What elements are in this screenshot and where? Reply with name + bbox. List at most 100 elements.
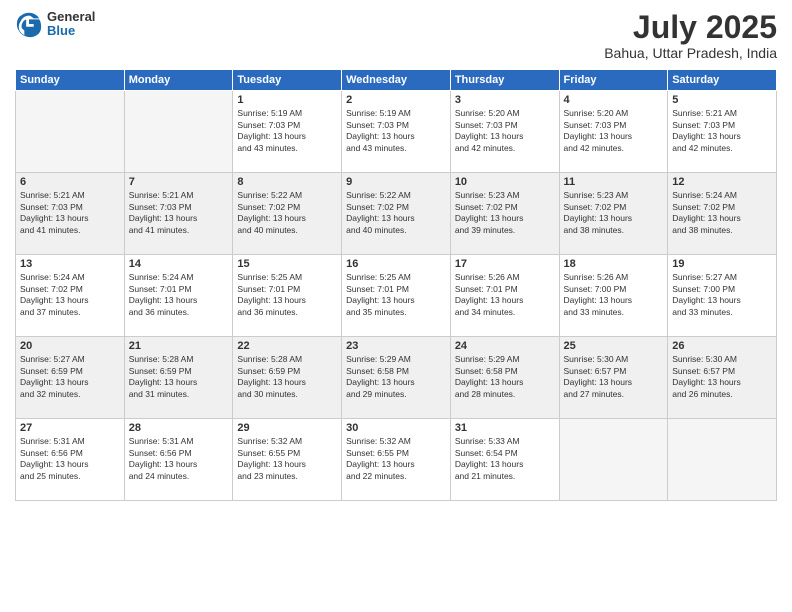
table-row: 24 Sunrise: 5:29 AM Sunset: 6:58 PM Dayli…	[450, 337, 559, 419]
day-info: Sunrise: 5:21 AM Sunset: 7:03 PM Dayligh…	[672, 108, 772, 154]
table-row: 4Sunrise: 5:20 AM Sunset: 7:03 PM Daylig…	[559, 91, 668, 173]
table-row: 12 Sunrise: 5:24 AM Sunset: 7:02 PM Dayli…	[668, 173, 777, 255]
day-info: Sunrise: 5:25 AM Sunset: 7:01 PM Dayligh…	[346, 272, 446, 318]
table-row	[124, 91, 233, 173]
day-info: Sunrise: 5:25 AM Sunset: 7:01 PM Dayligh…	[237, 272, 337, 318]
day-number: 12	[672, 176, 772, 188]
table-row: 28 Sunrise: 5:31 AM Sunset: 6:56 PM Dayli…	[124, 419, 233, 501]
day-info: Sunrise: 5:30 AM Sunset: 6:57 PM Dayligh…	[564, 354, 664, 400]
table-row: 20 Sunrise: 5:27 AM Sunset: 6:59 PM Dayli…	[16, 337, 125, 419]
day-number: 24	[455, 340, 555, 352]
day-number: 29	[237, 422, 337, 434]
day-number: 18	[564, 258, 664, 270]
day-number: 31	[455, 422, 555, 434]
day-info: Sunrise: 5:24 AM Sunset: 7:02 PM Dayligh…	[672, 190, 772, 236]
table-row	[559, 419, 668, 501]
day-info: Sunrise: 5:28 AM Sunset: 6:59 PM Dayligh…	[237, 354, 337, 400]
table-row: 27 Sunrise: 5:31 AM Sunset: 6:56 PM Dayli…	[16, 419, 125, 501]
day-number: 9	[346, 176, 446, 188]
table-row: 13 Sunrise: 5:24 AM Sunset: 7:02 PM Dayli…	[16, 255, 125, 337]
location-subtitle: Bahua, Uttar Pradesh, India	[604, 45, 777, 61]
table-row: 26 Sunrise: 5:30 AM Sunset: 6:57 PM Dayli…	[668, 337, 777, 419]
day-info: Sunrise: 5:20 AM Sunset: 7:03 PM Dayligh…	[564, 108, 664, 154]
logo-icon	[15, 10, 43, 38]
table-row: 11 Sunrise: 5:23 AM Sunset: 7:02 PM Dayli…	[559, 173, 668, 255]
day-info: Sunrise: 5:24 AM Sunset: 7:02 PM Dayligh…	[20, 272, 120, 318]
day-number: 8	[237, 176, 337, 188]
day-number: 20	[20, 340, 120, 352]
calendar-header-row: Sunday Monday Tuesday Wednesday Thursday…	[16, 70, 777, 91]
day-number: 14	[129, 258, 229, 270]
col-saturday: Saturday	[668, 70, 777, 91]
day-number: 10	[455, 176, 555, 188]
col-monday: Monday	[124, 70, 233, 91]
day-number: 13	[20, 258, 120, 270]
day-info: Sunrise: 5:33 AM Sunset: 6:54 PM Dayligh…	[455, 436, 555, 482]
day-info: Sunrise: 5:20 AM Sunset: 7:03 PM Dayligh…	[455, 108, 555, 154]
table-row: 15Sunrise: 5:25 AM Sunset: 7:01 PM Dayli…	[233, 255, 342, 337]
title-block: July 2025 Bahua, Uttar Pradesh, India	[604, 10, 777, 61]
day-number: 28	[129, 422, 229, 434]
table-row	[16, 91, 125, 173]
day-number: 11	[564, 176, 664, 188]
day-info: Sunrise: 5:19 AM Sunset: 7:03 PM Dayligh…	[237, 108, 337, 154]
day-info: Sunrise: 5:22 AM Sunset: 7:02 PM Dayligh…	[237, 190, 337, 236]
calendar-week-row: 6 Sunrise: 5:21 AM Sunset: 7:03 PM Daylig…	[16, 173, 777, 255]
col-wednesday: Wednesday	[342, 70, 451, 91]
day-info: Sunrise: 5:21 AM Sunset: 7:03 PM Dayligh…	[129, 190, 229, 236]
day-info: Sunrise: 5:29 AM Sunset: 6:58 PM Dayligh…	[455, 354, 555, 400]
header: General Blue July 2025 Bahua, Uttar Prad…	[15, 10, 777, 61]
day-number: 7	[129, 176, 229, 188]
table-row: 18 Sunrise: 5:26 AM Sunset: 7:00 PM Dayli…	[559, 255, 668, 337]
table-row: 3 Sunrise: 5:20 AM Sunset: 7:03 PM Daylig…	[450, 91, 559, 173]
table-row: 29Sunrise: 5:32 AM Sunset: 6:55 PM Dayli…	[233, 419, 342, 501]
table-row: 8 Sunrise: 5:22 AM Sunset: 7:02 PM Daylig…	[233, 173, 342, 255]
day-info: Sunrise: 5:19 AM Sunset: 7:03 PM Dayligh…	[346, 108, 446, 154]
table-row: 14 Sunrise: 5:24 AM Sunset: 7:01 PM Dayli…	[124, 255, 233, 337]
table-row	[668, 419, 777, 501]
day-number: 30	[346, 422, 446, 434]
day-number: 23	[346, 340, 446, 352]
day-info: Sunrise: 5:26 AM Sunset: 7:00 PM Dayligh…	[564, 272, 664, 318]
day-info: Sunrise: 5:31 AM Sunset: 6:56 PM Dayligh…	[129, 436, 229, 482]
day-info: Sunrise: 5:27 AM Sunset: 6:59 PM Dayligh…	[20, 354, 120, 400]
day-info: Sunrise: 5:22 AM Sunset: 7:02 PM Dayligh…	[346, 190, 446, 236]
day-info: Sunrise: 5:21 AM Sunset: 7:03 PM Dayligh…	[20, 190, 120, 236]
logo: General Blue	[15, 10, 95, 39]
day-number: 25	[564, 340, 664, 352]
day-number: 27	[20, 422, 120, 434]
day-info: Sunrise: 5:27 AM Sunset: 7:00 PM Dayligh…	[672, 272, 772, 318]
table-row: 7 Sunrise: 5:21 AM Sunset: 7:03 PM Daylig…	[124, 173, 233, 255]
col-thursday: Thursday	[450, 70, 559, 91]
table-row: 19Sunrise: 5:27 AM Sunset: 7:00 PM Dayli…	[668, 255, 777, 337]
day-info: Sunrise: 5:31 AM Sunset: 6:56 PM Dayligh…	[20, 436, 120, 482]
day-info: Sunrise: 5:28 AM Sunset: 6:59 PM Dayligh…	[129, 354, 229, 400]
day-info: Sunrise: 5:29 AM Sunset: 6:58 PM Dayligh…	[346, 354, 446, 400]
col-tuesday: Tuesday	[233, 70, 342, 91]
calendar-week-row: 13 Sunrise: 5:24 AM Sunset: 7:02 PM Dayli…	[16, 255, 777, 337]
table-row: 2 Sunrise: 5:19 AM Sunset: 7:03 PM Daylig…	[342, 91, 451, 173]
table-row: 17 Sunrise: 5:26 AM Sunset: 7:01 PM Dayli…	[450, 255, 559, 337]
day-number: 3	[455, 94, 555, 106]
day-number: 6	[20, 176, 120, 188]
calendar-week-row: 1Sunrise: 5:19 AM Sunset: 7:03 PM Daylig…	[16, 91, 777, 173]
main-title: July 2025	[604, 10, 777, 45]
table-row: 21 Sunrise: 5:28 AM Sunset: 6:59 PM Dayli…	[124, 337, 233, 419]
logo-text: General Blue	[47, 10, 95, 39]
table-row: 30Sunrise: 5:32 AM Sunset: 6:55 PM Dayli…	[342, 419, 451, 501]
day-info: Sunrise: 5:30 AM Sunset: 6:57 PM Dayligh…	[672, 354, 772, 400]
day-number: 21	[129, 340, 229, 352]
logo-general-text: General	[47, 10, 95, 24]
day-number: 2	[346, 94, 446, 106]
table-row: 16 Sunrise: 5:25 AM Sunset: 7:01 PM Dayli…	[342, 255, 451, 337]
day-number: 26	[672, 340, 772, 352]
table-row: 25 Sunrise: 5:30 AM Sunset: 6:57 PM Dayli…	[559, 337, 668, 419]
day-number: 17	[455, 258, 555, 270]
day-number: 16	[346, 258, 446, 270]
table-row: 10Sunrise: 5:23 AM Sunset: 7:02 PM Dayli…	[450, 173, 559, 255]
table-row: 6 Sunrise: 5:21 AM Sunset: 7:03 PM Daylig…	[16, 173, 125, 255]
day-info: Sunrise: 5:23 AM Sunset: 7:02 PM Dayligh…	[564, 190, 664, 236]
day-info: Sunrise: 5:26 AM Sunset: 7:01 PM Dayligh…	[455, 272, 555, 318]
table-row: 22Sunrise: 5:28 AM Sunset: 6:59 PM Dayli…	[233, 337, 342, 419]
day-info: Sunrise: 5:24 AM Sunset: 7:01 PM Dayligh…	[129, 272, 229, 318]
